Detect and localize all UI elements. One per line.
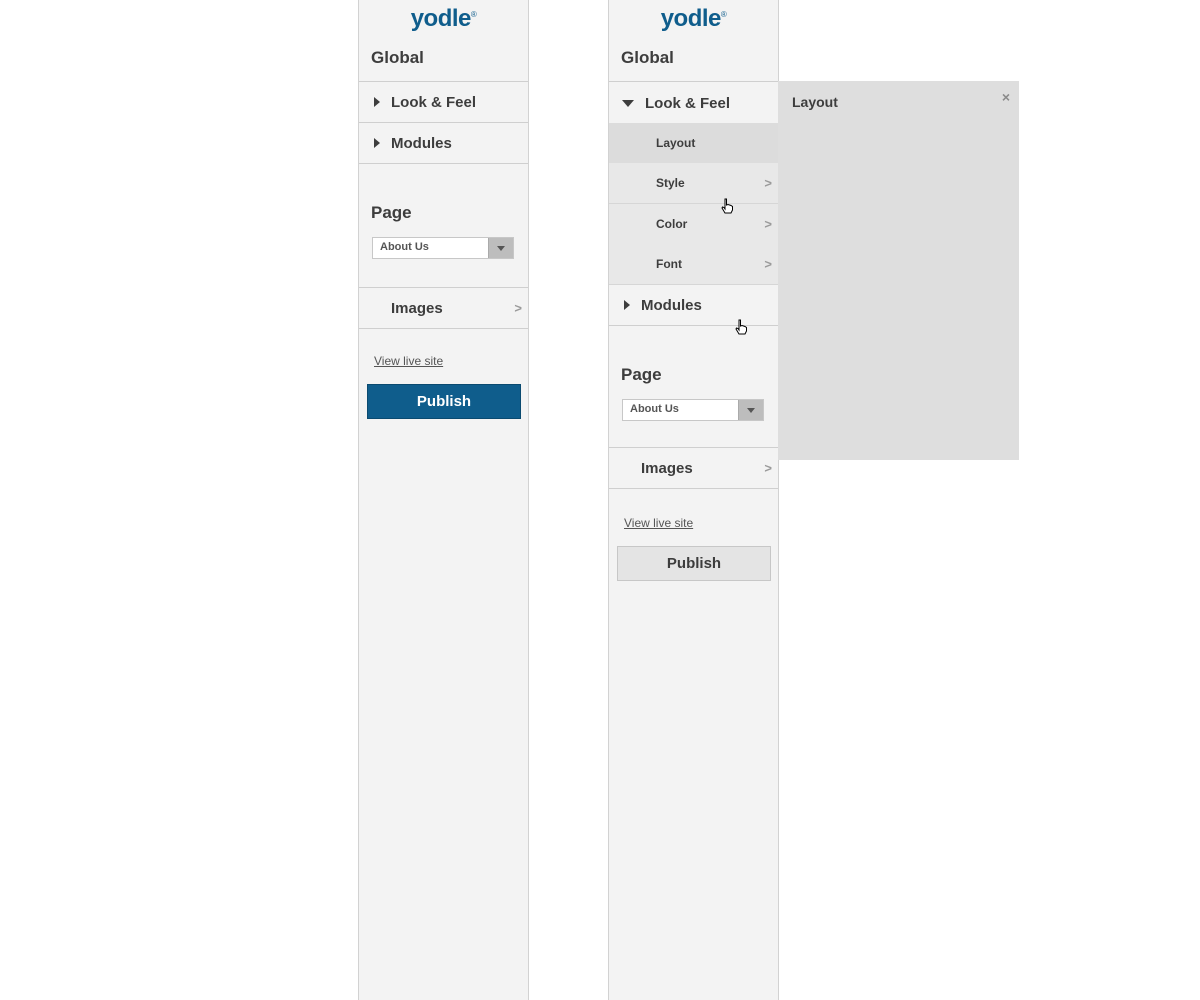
- divider: [609, 325, 778, 326]
- page-select-value: About Us: [380, 241, 429, 253]
- chevron-right-icon: >: [764, 460, 772, 476]
- view-live-site-link[interactable]: View live site: [374, 354, 443, 368]
- subitem-layout[interactable]: Layout: [609, 123, 778, 164]
- caret-down-icon: [622, 99, 634, 107]
- chevron-down-icon: [497, 246, 505, 251]
- caret-right-icon: [374, 97, 380, 107]
- view-live-site-link[interactable]: View live site: [624, 516, 693, 530]
- subitem-label: Layout: [656, 136, 696, 150]
- subitem-font[interactable]: Font >: [609, 244, 778, 285]
- images-label: Images: [641, 459, 693, 477]
- dropdown-button[interactable]: [738, 400, 763, 420]
- publish-button[interactable]: Publish: [367, 384, 521, 419]
- page-select[interactable]: About Us: [622, 399, 764, 421]
- page-heading: Page: [621, 365, 662, 384]
- section-modules[interactable]: Modules: [359, 123, 528, 163]
- chevron-right-icon: >: [514, 300, 522, 316]
- dropdown-button[interactable]: [488, 238, 513, 258]
- section-look-and-feel[interactable]: Look & Feel: [359, 82, 528, 122]
- images-row[interactable]: Images >: [609, 448, 778, 488]
- section-label: Look & Feel: [645, 94, 731, 112]
- flyout-title: Layout: [792, 94, 838, 110]
- divider: [359, 328, 528, 329]
- caret-right-icon: [374, 138, 380, 148]
- page-select[interactable]: About Us: [372, 237, 514, 259]
- chevron-right-icon: >: [764, 175, 772, 191]
- divider: [609, 488, 778, 489]
- page-heading: Page: [371, 203, 412, 222]
- section-label: Modules: [641, 296, 702, 314]
- publish-button[interactable]: Publish: [617, 546, 771, 581]
- yodle-logo: yodle®: [410, 5, 477, 32]
- section-modules[interactable]: Modules: [609, 285, 778, 325]
- subitem-label: Color: [656, 217, 688, 231]
- yodle-logo: yodle®: [660, 5, 727, 32]
- chevron-right-icon: >: [764, 216, 772, 232]
- global-heading: Global: [371, 48, 424, 67]
- subitem-style[interactable]: Style >: [609, 163, 778, 204]
- global-heading: Global: [621, 48, 674, 67]
- section-look-and-feel[interactable]: Look & Feel: [609, 83, 778, 123]
- hand-pointer-icon: [721, 198, 733, 214]
- layout-flyout-panel: Layout ×: [778, 81, 1019, 460]
- section-label: Modules: [391, 134, 452, 152]
- sidebar-collapsed: yodle® Global Look & Feel Modules Page A…: [358, 0, 529, 1000]
- hand-pointer-icon: [735, 319, 747, 335]
- close-icon[interactable]: ×: [1002, 89, 1010, 105]
- section-label: Look & Feel: [391, 93, 477, 111]
- subitem-color[interactable]: Color >: [609, 204, 778, 245]
- divider: [359, 163, 528, 164]
- subitem-label: Font: [656, 257, 682, 271]
- images-row[interactable]: Images >: [359, 288, 528, 328]
- images-label: Images: [391, 299, 443, 317]
- caret-right-icon: [624, 300, 630, 310]
- chevron-down-icon: [747, 408, 755, 413]
- subitem-label: Style: [656, 176, 685, 190]
- sidebar-expanded: yodle® Global Look & Feel Layout Style >…: [608, 0, 779, 1000]
- page-select-value: About Us: [630, 403, 679, 415]
- divider: [609, 81, 778, 82]
- chevron-right-icon: >: [764, 256, 772, 272]
